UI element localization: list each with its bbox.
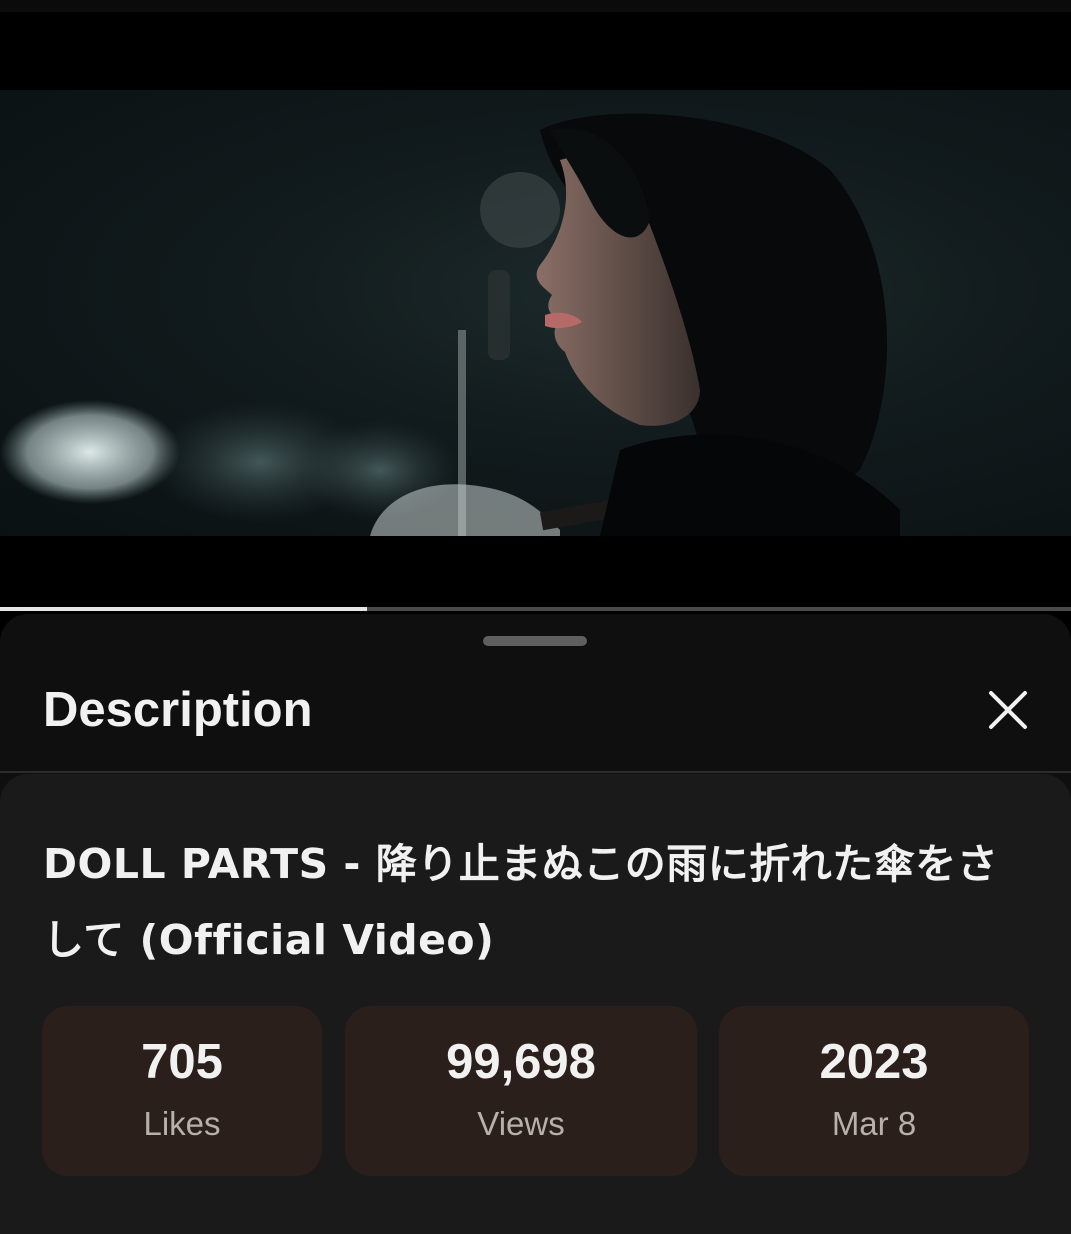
video-frame[interactable] bbox=[0, 90, 1071, 536]
description-card: DOLL PARTS - 降り止まぬこの雨に折れた傘をさして (Official… bbox=[0, 774, 1071, 1234]
close-button[interactable] bbox=[976, 678, 1040, 742]
likes-count: 705 bbox=[141, 1035, 223, 1089]
drag-handle[interactable] bbox=[483, 636, 587, 646]
upload-date: Mar 8 bbox=[831, 1105, 917, 1142]
description-sheet: Description DOLL PARTS - 降り止まぬこの雨に折れた傘をさ… bbox=[0, 614, 1071, 1234]
video-player[interactable] bbox=[0, 0, 1071, 611]
close-icon bbox=[989, 691, 1027, 729]
likes-stat: 705 Likes bbox=[42, 1006, 322, 1176]
video-title: DOLL PARTS - 降り止まぬこの雨に折れた傘をさして (Official… bbox=[43, 840, 999, 964]
video-progress-fill bbox=[0, 607, 368, 611]
video-thumbnail-image bbox=[0, 113, 900, 536]
video-progress-bar[interactable] bbox=[0, 607, 1071, 611]
views-stat: 99,698 Views bbox=[345, 1006, 697, 1176]
likes-label: Likes bbox=[143, 1105, 221, 1142]
views-label: Views bbox=[477, 1105, 565, 1142]
upload-date-stat: 2023 Mar 8 bbox=[719, 1006, 1029, 1176]
status-strip bbox=[0, 0, 1071, 12]
sheet-title: Description bbox=[43, 683, 313, 737]
views-count: 99,698 bbox=[446, 1035, 596, 1089]
upload-year: 2023 bbox=[819, 1035, 929, 1089]
divider bbox=[0, 771, 1071, 773]
